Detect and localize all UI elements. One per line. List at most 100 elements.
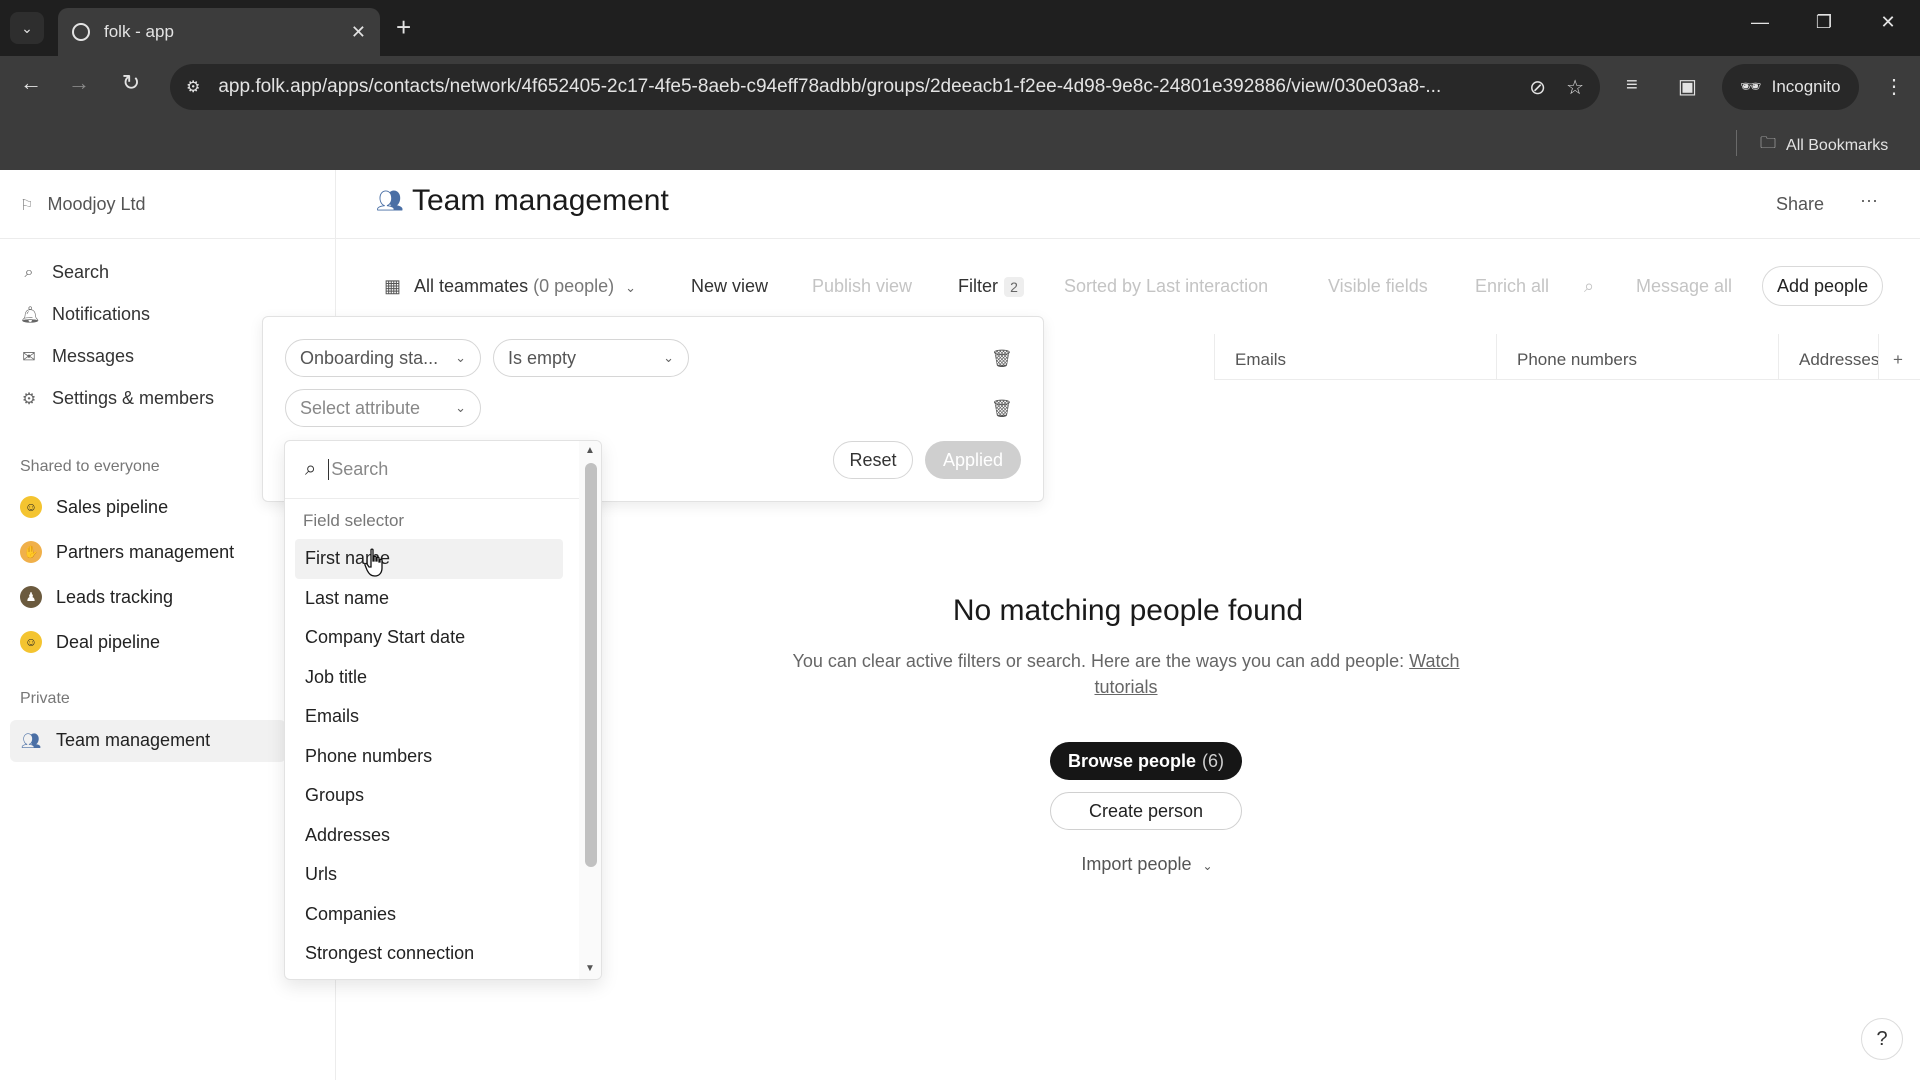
trash-icon[interactable]: 🗑︎: [991, 349, 1013, 369]
tab-title: folk - app: [104, 22, 174, 41]
message-all-button[interactable]: Message all: [1636, 276, 1732, 297]
all-bookmarks-label: All Bookmarks: [1786, 136, 1889, 154]
attribute-option[interactable]: First name: [295, 539, 563, 579]
visible-fields-button[interactable]: Visible fields: [1328, 276, 1428, 297]
attribute-search-input[interactable]: [328, 459, 529, 480]
browser-tab[interactable]: folk - app ✕: [58, 8, 380, 56]
attribute-option[interactable]: Last name: [295, 579, 563, 619]
media-control-icon[interactable]: ≡: [1626, 74, 1638, 97]
sidebar-item-label: Team management: [56, 730, 211, 750]
scroll-down-arrow-icon[interactable]: ▼: [585, 963, 595, 974]
shared-section-title: Shared to everyone: [20, 458, 160, 475]
reload-icon[interactable]: ↻: [114, 70, 148, 96]
browser-menu-icon[interactable]: ⋮: [1884, 74, 1904, 99]
attribute-option[interactable]: Emails: [295, 697, 563, 737]
tab-close-icon[interactable]: ✕: [351, 22, 366, 43]
more-options-icon[interactable]: ···: [1860, 190, 1878, 211]
sidebar-divider: [0, 238, 336, 239]
incognito-badge[interactable]: 🕶 Incognito: [1722, 64, 1859, 110]
page-header: 👥︎ Team management: [376, 184, 669, 218]
scroll-up-arrow-icon[interactable]: ▲: [585, 445, 595, 456]
sidebar-item-leads-tracking[interactable]: ♟ Leads tracking: [20, 586, 173, 608]
select-attribute-dropdown[interactable]: Select attribute ⌄: [285, 389, 481, 427]
sidebar-item-team-management[interactable]: 👥︎ Team management: [20, 730, 210, 751]
browse-people-label: Browse people: [1067, 750, 1197, 771]
attribute-option[interactable]: Company Start date: [295, 618, 563, 658]
select-attribute-placeholder: Select attribute: [300, 397, 421, 418]
add-column-plus-icon[interactable]: +: [1878, 334, 1920, 380]
search-icon: ⌕: [24, 263, 34, 281]
sidebar-item-label: Deal pipeline: [56, 631, 161, 652]
all-bookmarks-button[interactable]: 🗀 All Bookmarks: [1760, 132, 1888, 159]
applied-button[interactable]: Applied: [925, 441, 1021, 479]
column-header-emails[interactable]: Emails: [1214, 334, 1496, 380]
column-header-addresses[interactable]: Addresses: [1778, 334, 1878, 380]
forward-arrow-icon[interactable]: →: [62, 70, 96, 96]
table-icon: ▦: [384, 276, 402, 296]
sidebar-item-label: Settings & members: [52, 388, 215, 408]
filter-button[interactable]: Filter 2: [958, 276, 1024, 297]
attribute-option[interactable]: Strongest connection: [295, 934, 563, 974]
side-panel-icon[interactable]: ▣: [1678, 74, 1697, 99]
attribute-option[interactable]: Phone numbers: [295, 737, 563, 777]
sidebar-item-settings[interactable]: ⚙ Settings & members: [20, 388, 214, 409]
filter-operator-select[interactable]: Is empty ⌄: [493, 339, 689, 377]
sort-button[interactable]: Sorted by Last interaction: [1064, 276, 1268, 297]
add-people-button[interactable]: Add people: [1762, 266, 1884, 306]
url-text[interactable]: app.folk.app/apps/contacts/network/4f652…: [218, 76, 1509, 98]
site-info-icon[interactable]: ⚙: [186, 77, 200, 97]
empty-state-subtitle: You can clear active filters or search. …: [776, 648, 1476, 700]
filter-attribute-select[interactable]: Onboarding sta... ⌄: [285, 339, 481, 377]
attribute-option[interactable]: Groups: [295, 776, 563, 816]
attribute-option[interactable]: Companies: [295, 895, 563, 935]
sidebar-item-search[interactable]: ⌕ Search: [20, 262, 110, 283]
address-bar[interactable]: ⚙ app.folk.app/apps/contacts/network/4f6…: [170, 64, 1600, 110]
browse-people-count: (6): [1202, 750, 1225, 771]
enrich-all-button[interactable]: Enrich all: [1475, 276, 1549, 297]
sidebar-item-partners-management[interactable]: ✋ Partners management: [20, 541, 234, 563]
bookmark-star-icon[interactable]: ☆: [1566, 75, 1584, 100]
view-selector[interactable]: ▦ All teammates (0 people) ⌄: [384, 276, 636, 297]
import-people-button[interactable]: Import people ⌄: [1072, 854, 1222, 875]
hand-pointer-cursor-icon: [364, 548, 383, 577]
sidebar-item-deal-pipeline[interactable]: ☺ Deal pipeline: [20, 631, 160, 653]
field-selector-title: Field selector: [303, 511, 405, 530]
bookmarks-bar: 🗀 All Bookmarks: [0, 118, 1920, 170]
restore-icon[interactable]: ❐: [1804, 12, 1844, 33]
bell-icon: 🔔︎: [20, 306, 41, 324]
column-header-phone-numbers[interactable]: Phone numbers: [1496, 334, 1778, 380]
workspace-switcher[interactable]: ⚐ Moodjoy Ltd: [20, 194, 146, 215]
help-button[interactable]: ?: [1861, 1018, 1903, 1060]
browser-toolbar: ← → ↻ ⚙ app.folk.app/apps/contacts/netwo…: [0, 56, 1920, 118]
search-icon: ⌕: [305, 458, 317, 480]
mail-icon: ✉: [22, 348, 36, 366]
tab-list-chevron-icon[interactable]: ⌄: [10, 12, 44, 44]
create-person-button[interactable]: Create person: [1050, 792, 1242, 830]
trash-icon[interactable]: 🗑︎: [991, 399, 1013, 419]
search-icon[interactable]: ⌕: [1584, 276, 1594, 297]
reset-button[interactable]: Reset: [833, 441, 913, 479]
back-arrow-icon[interactable]: ←: [14, 70, 48, 96]
import-people-label: Import people: [1081, 854, 1192, 874]
attribute-option[interactable]: Addresses: [295, 816, 563, 856]
incognito-icon: 🕶: [1740, 77, 1762, 96]
attribute-option[interactable]: Job title: [295, 658, 563, 698]
chevron-down-icon: ⌄: [625, 280, 637, 295]
folk-favicon-icon: [72, 23, 90, 41]
minimize-icon[interactable]: —: [1740, 12, 1780, 33]
window-close-icon[interactable]: ✕: [1868, 12, 1908, 33]
scrollbar-thumb[interactable]: [585, 463, 597, 867]
sidebar-item-sales-pipeline[interactable]: ☺ Sales pipeline: [20, 496, 168, 518]
browse-people-button[interactable]: Browse people (6): [1050, 742, 1242, 780]
eye-off-icon[interactable]: ⊘: [1529, 75, 1546, 100]
sidebar-item-notifications[interactable]: 🔔︎ Notifications: [20, 304, 150, 325]
attribute-option[interactable]: Urls: [295, 855, 563, 895]
new-view-button[interactable]: New view: [691, 276, 768, 297]
gear-icon: ⚙: [21, 390, 37, 408]
publish-view-button[interactable]: Publish view: [812, 276, 912, 297]
browser-tab-bar: ⌄ folk - app ✕ + — ❐ ✕: [0, 0, 1920, 56]
new-tab-plus-icon[interactable]: +: [396, 12, 411, 42]
share-button[interactable]: Share: [1776, 194, 1824, 215]
dropdown-scrollbar[interactable]: ▲ ▼: [579, 441, 601, 979]
sidebar-item-messages[interactable]: ✉ Messages: [20, 346, 134, 367]
